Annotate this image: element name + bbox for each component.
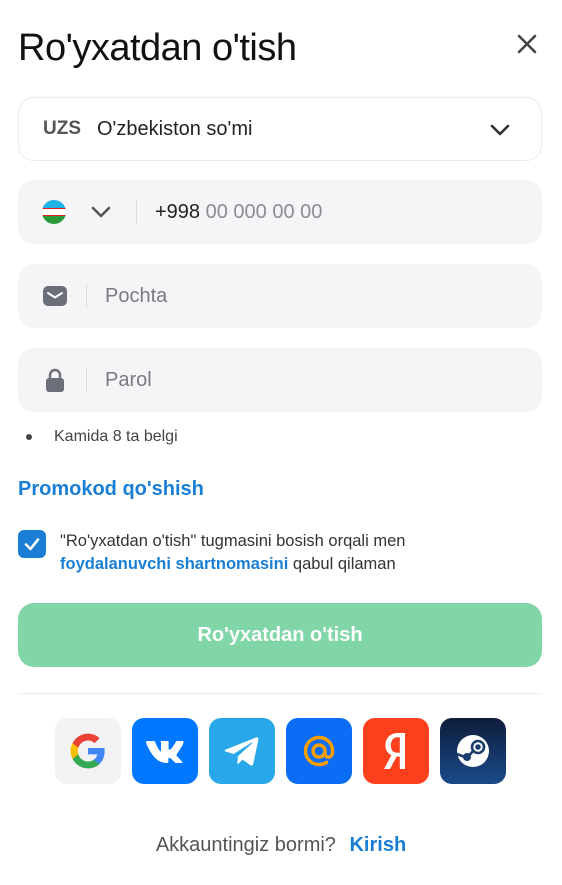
google-login-button[interactable]: [55, 718, 121, 784]
agreement: "Ro'yxatdan o'tish" tugmasini bosish orq…: [18, 530, 500, 576]
mail-icon: [42, 283, 68, 309]
promo-code-link[interactable]: Promokod qo'shish: [18, 478, 204, 501]
mail-ru-icon: [303, 735, 335, 767]
steam-login-button[interactable]: [440, 718, 506, 784]
divider: [136, 200, 137, 224]
password-hint-text: Kamida 8 ta belgi: [54, 428, 178, 445]
yandex-icon: [384, 733, 405, 769]
divider: [86, 368, 87, 392]
agreement-text-after: qabul qilaman: [292, 555, 396, 573]
close-icon: [517, 34, 537, 54]
phone-placeholder: 00 000 00 00: [205, 200, 323, 223]
uzbekistan-flag-icon: [42, 200, 66, 224]
chevron-down-icon: [490, 124, 510, 136]
password-hint: Kamida 8 ta belgi: [26, 428, 178, 446]
close-button[interactable]: [512, 29, 542, 59]
page-title: Ro'yxatdan o'tish: [18, 27, 297, 69]
register-button[interactable]: Ro'yxatdan o'tish: [18, 603, 542, 667]
yandex-login-button[interactable]: [363, 718, 429, 784]
email-placeholder: Pochta: [105, 284, 168, 307]
divider: [18, 693, 542, 694]
bullet-icon: [26, 434, 32, 440]
social-login-list: [55, 718, 506, 784]
footer: Akkauntingiz bormi? Kirish: [0, 834, 562, 857]
phone-field: +998 00 000 00 00: [18, 180, 542, 244]
footer-question: Akkauntingiz bormi?: [155, 834, 336, 856]
email-field[interactable]: Pochta: [18, 264, 542, 328]
header: Ro'yxatdan o'tish: [18, 26, 544, 70]
vk-icon: [146, 741, 184, 763]
user-agreement-link[interactable]: foydalanuvchi shartnomasini: [60, 555, 288, 573]
currency-name: O'zbekiston so'mi: [97, 117, 253, 140]
phone-input[interactable]: +998 00 000 00 00: [155, 201, 542, 224]
agreement-checkbox[interactable]: [18, 530, 46, 558]
mail-ru-login-button[interactable]: [286, 718, 352, 784]
country-chevron-down-icon[interactable]: [90, 201, 112, 223]
password-placeholder: Parol: [105, 368, 152, 391]
login-link[interactable]: Kirish: [349, 834, 406, 856]
password-field[interactable]: Parol: [18, 348, 542, 412]
lock-icon: [42, 367, 68, 393]
agreement-text-before: "Ro'yxatdan o'tish" tugmasini bosish orq…: [60, 532, 406, 550]
currency-select[interactable]: UZS O'zbekiston so'mi: [18, 97, 542, 161]
agreement-text: "Ro'yxatdan o'tish" tugmasini bosish orq…: [60, 530, 500, 576]
google-icon: [70, 733, 105, 769]
steam-icon: [455, 735, 489, 767]
telegram-login-button[interactable]: [209, 718, 275, 784]
divider: [86, 284, 87, 308]
currency-code: UZS: [43, 118, 81, 139]
check-icon: [24, 538, 40, 551]
vk-login-button[interactable]: [132, 718, 198, 784]
phone-prefix: +998: [155, 200, 201, 223]
telegram-icon: [224, 737, 259, 766]
